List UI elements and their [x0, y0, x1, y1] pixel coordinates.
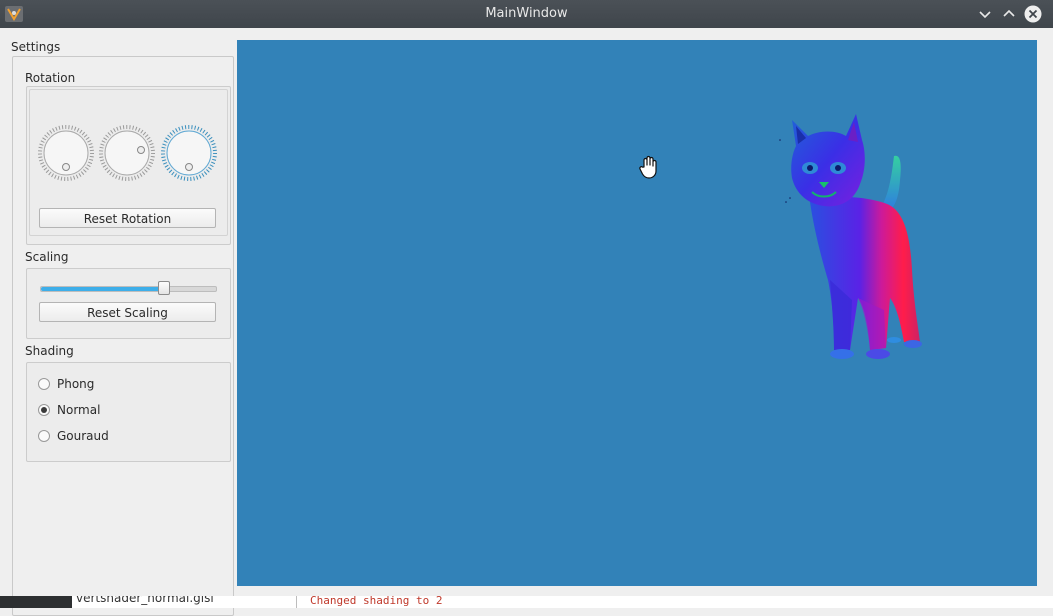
scaling-group-title: Scaling: [25, 250, 69, 264]
rotation-z-dial[interactable]: [161, 125, 217, 181]
shading-option-phong[interactable]: Phong: [38, 376, 94, 392]
settings-label: Settings: [11, 40, 61, 54]
scaling-slider[interactable]: [40, 281, 217, 295]
shading-option-normal[interactable]: Normal: [38, 402, 100, 418]
gl-viewport[interactable]: [237, 40, 1037, 586]
rotation-y-dial[interactable]: [99, 125, 155, 181]
shading-option-gouraud[interactable]: Gouraud: [38, 428, 109, 444]
phong-radio[interactable]: [38, 378, 50, 390]
background-log-line: Changed shading to 2: [310, 596, 443, 607]
main-window: Settings Rotation Reset Rotation Scaling…: [0, 28, 1053, 616]
background-dark-panel: [0, 596, 72, 608]
normal-radio[interactable]: [38, 404, 50, 416]
minimize-icon[interactable]: [976, 5, 994, 23]
open-hand-icon: [639, 155, 657, 179]
background-window-strip: vertshader_normal.glsl Changed shading t…: [0, 596, 1053, 608]
title-bar[interactable]: MainWindow: [0, 0, 1053, 28]
cat-model: [779, 114, 922, 359]
shading-group-title: Shading: [25, 344, 74, 358]
maximize-icon[interactable]: [1000, 5, 1018, 23]
background-separator: [296, 596, 297, 608]
rotation-x-dial[interactable]: [38, 125, 94, 181]
scaling-slider-fill: [41, 287, 164, 291]
close-icon[interactable]: [1024, 5, 1042, 23]
gouraud-label[interactable]: Gouraud: [57, 429, 109, 443]
scaling-slider-handle[interactable]: [157, 281, 170, 295]
window-title: MainWindow: [485, 6, 568, 21]
normal-label[interactable]: Normal: [57, 403, 100, 417]
gouraud-radio[interactable]: [38, 430, 50, 442]
reset-scaling-button[interactable]: Reset Scaling: [39, 302, 216, 322]
background-file-tab: vertshader_normal.glsl: [76, 596, 214, 605]
rotation-group-title: Rotation: [25, 71, 76, 85]
phong-label[interactable]: Phong: [57, 377, 94, 391]
reset-rotation-button[interactable]: Reset Rotation: [39, 208, 216, 228]
